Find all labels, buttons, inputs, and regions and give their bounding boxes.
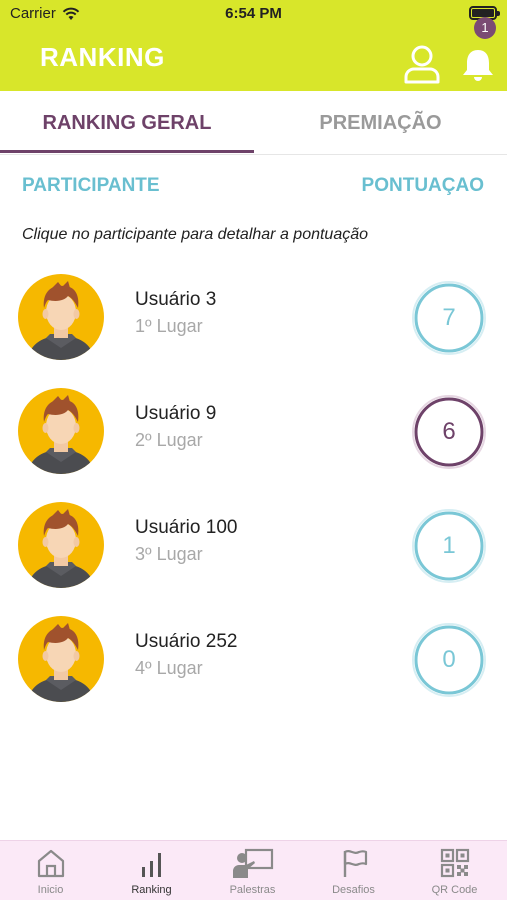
column-header-score: PONTUAÇAO	[361, 175, 484, 196]
nav-item-desafios[interactable]: Desafios	[303, 841, 404, 900]
active-tab-indicator	[0, 150, 254, 153]
ranking-icon	[142, 853, 161, 877]
nav-item-palestras[interactable]: Palestras	[202, 841, 303, 900]
participant-place: 3º Lugar	[135, 544, 203, 564]
nav-label: Palestras	[229, 884, 276, 896]
score-value: 1	[442, 532, 456, 559]
nav-item-ranking[interactable]: Ranking	[101, 841, 202, 900]
participant-name: Usuário 252	[135, 631, 238, 652]
bottom-nav: Inicio Ranking Palestras Desafios QR Cod…	[0, 840, 507, 900]
nav-item-qr-code[interactable]: QR Code	[404, 841, 505, 900]
page-title: RANKING	[40, 42, 165, 72]
status-bar: Carrier 6:54 PM	[0, 0, 507, 28]
score-value: 0	[442, 646, 456, 673]
participant-place: 2º Lugar	[135, 430, 203, 450]
notification-badge: 1	[474, 17, 496, 39]
nav-label: QR Code	[431, 884, 478, 896]
nav-label: Desafios	[332, 884, 375, 896]
ranking-row[interactable]: Usuário 3 1º Lugar 7	[0, 274, 507, 374]
bell-icon[interactable]	[458, 44, 498, 84]
nav-item-inicio[interactable]: Inicio	[0, 841, 101, 900]
hint-text: Clique no participante para detalhar a p…	[22, 226, 369, 243]
tab-ranking-geral[interactable]: RANKING GERAL	[0, 91, 254, 155]
participant-name: Usuário 9	[135, 403, 217, 424]
ranking-row[interactable]: Usuário 100 3º Lugar 1	[0, 502, 507, 602]
column-header-participant: PARTICIPANTE	[22, 175, 160, 196]
nav-label: Ranking	[131, 884, 172, 896]
avatar	[18, 274, 104, 360]
avatar	[18, 616, 104, 702]
flag-icon	[343, 850, 368, 877]
score-value: 7	[442, 304, 456, 331]
participant-name: Usuário 100	[135, 517, 238, 538]
presentation-icon	[233, 848, 274, 878]
ranking-row[interactable]: Usuário 252 4º Lugar 0	[0, 616, 507, 716]
app-header: RANKING	[0, 28, 507, 91]
avatar	[18, 388, 104, 474]
tab-premiacao[interactable]: PREMIAÇÃO	[254, 91, 507, 155]
avatar	[18, 502, 104, 588]
tab-bar: RANKING GERAL PREMIAÇÃO	[0, 91, 507, 155]
participant-place: 1º Lugar	[135, 316, 203, 336]
score-value: 6	[442, 418, 456, 445]
home-icon	[37, 849, 65, 878]
participant-name: Usuário 3	[135, 289, 217, 310]
participant-place: 4º Lugar	[135, 658, 203, 678]
profile-icon[interactable]	[403, 44, 441, 84]
app-screen: Carrier 6:54 PM RANKING 1 RANKING GERAL …	[0, 0, 507, 900]
qr-code-icon	[440, 848, 470, 878]
clock: 6:54 PM	[225, 5, 282, 22]
ranking-row[interactable]: Usuário 9 2º Lugar 6	[0, 388, 507, 488]
nav-label: Inicio	[37, 884, 64, 896]
